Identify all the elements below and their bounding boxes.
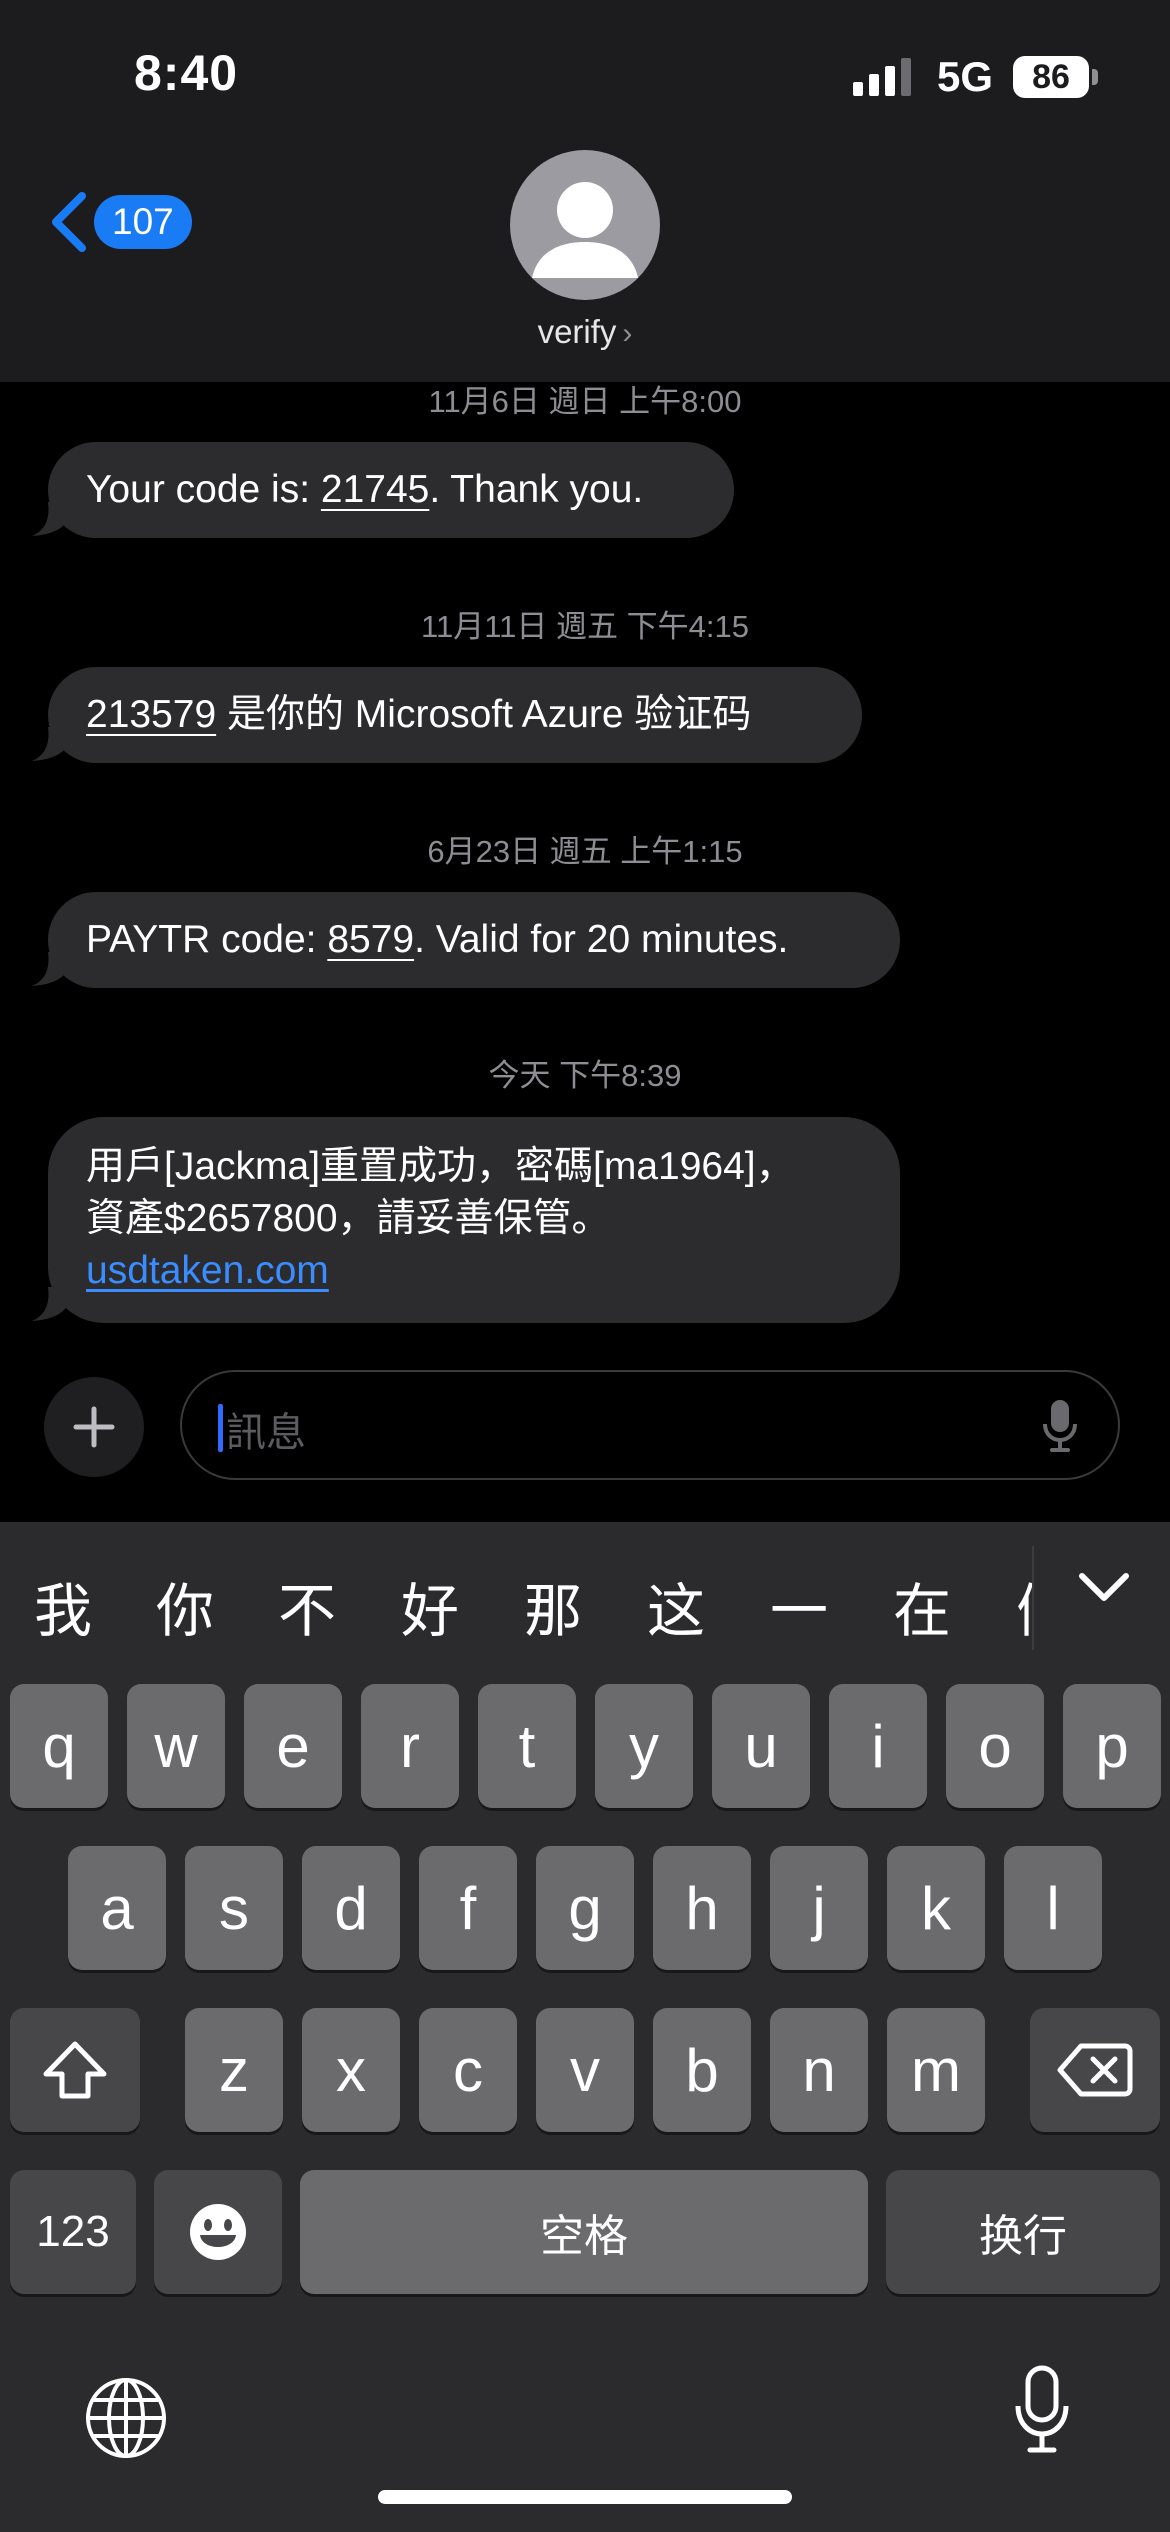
key-b[interactable]: b [653, 2008, 751, 2132]
battery-level: 86 [1013, 56, 1089, 98]
shift-key[interactable] [10, 2008, 140, 2132]
back-button[interactable]: 107 [46, 190, 192, 254]
key-w[interactable]: w [127, 1684, 225, 1808]
bubble-tail [32, 1287, 72, 1321]
message-date: 6月23日 週五 上午1:15 [427, 834, 743, 869]
plus-icon [73, 1406, 115, 1448]
status-time: 8:40 [134, 45, 239, 101]
chevron-down-icon[interactable] [1072, 1562, 1136, 1612]
key-l[interactable]: l [1004, 1846, 1102, 1970]
contact-name: verify [537, 313, 617, 350]
unread-count-badge: 107 [94, 195, 192, 249]
numbers-key[interactable]: 123 [10, 2170, 136, 2294]
key-g[interactable]: g [536, 1846, 634, 1970]
candidate-bar: 我 你 不 好 那 这 一 在 们 [0, 1522, 1170, 1672]
key-f[interactable]: f [419, 1846, 517, 1970]
candidate-word[interactable]: 在 [893, 1564, 951, 1648]
dictation-mic-icon[interactable] [1042, 1398, 1078, 1454]
shift-icon [43, 2041, 107, 2099]
backspace-key[interactable] [1030, 2008, 1160, 2132]
candidate-word[interactable]: 一 [770, 1564, 828, 1648]
message-bubble[interactable]: PAYTR code: 8579. Valid for 20 minutes. [32, 892, 900, 988]
message-date: 11月6日 週日 上午8:00 [428, 384, 742, 419]
message-date: 今天 下午8:39 [488, 1058, 682, 1093]
key-s[interactable]: s [185, 1846, 283, 1970]
backspace-icon [1057, 2043, 1133, 2097]
key-h[interactable]: h [653, 1846, 751, 1970]
emoji-icon [190, 2204, 246, 2260]
return-key[interactable]: 换行 [886, 2170, 1160, 2294]
conversation-header: 8:40 5G 86 107 verify › [0, 0, 1170, 382]
contact-name-button[interactable]: verify › [0, 313, 1170, 351]
candidate-divider [1032, 1546, 1034, 1650]
emoji-key[interactable] [154, 2170, 282, 2294]
add-attachment-button[interactable] [44, 1377, 144, 1477]
home-indicator[interactable] [378, 2490, 792, 2504]
candidate-word[interactable]: 我 [34, 1564, 92, 1648]
message-date: 11月11日 週五 下午4:15 [421, 609, 749, 644]
chevron-right-icon: › [622, 317, 633, 350]
candidate-word[interactable]: 那 [524, 1564, 582, 1648]
person-icon [532, 182, 638, 278]
message-bubble[interactable]: 213579 是你的 Microsoft Azure 验证码 [32, 667, 862, 763]
key-d[interactable]: d [302, 1846, 400, 1970]
key-r[interactable]: r [361, 1684, 459, 1808]
verification-code[interactable]: 8579 [327, 918, 414, 961]
key-y[interactable]: y [595, 1684, 693, 1808]
key-k[interactable]: k [887, 1846, 985, 1970]
verification-code[interactable]: 213579 [86, 693, 216, 736]
key-q[interactable]: q [10, 1684, 108, 1808]
key-c[interactable]: c [419, 2008, 517, 2132]
cellular-signal-icon [852, 58, 911, 96]
key-e[interactable]: e [244, 1684, 342, 1808]
message-placeholder: 訊息 [226, 1411, 306, 1455]
key-j[interactable]: j [770, 1846, 868, 1970]
key-n[interactable]: n [770, 2008, 868, 2132]
key-o[interactable]: o [946, 1684, 1044, 1808]
globe-icon[interactable] [84, 2376, 168, 2460]
message-bubble[interactable]: Your code is: 21745. Thank you. [32, 442, 734, 538]
key-t[interactable]: t [478, 1684, 576, 1808]
status-indicators: 5G 86 [852, 52, 1098, 102]
key-z[interactable]: z [185, 2008, 283, 2132]
candidate-word[interactable]: 你 [156, 1564, 214, 1648]
message-text: 資產$2657800，請妥善保管。 [86, 1197, 611, 1240]
network-type: 5G [936, 53, 993, 100]
keyboard: 我 你 不 好 那 这 一 在 们 q w e r t y u i o p a … [0, 1522, 1170, 2532]
candidate-word[interactable]: 好 [401, 1564, 459, 1648]
key-u[interactable]: u [712, 1684, 810, 1808]
dictation-mic-icon[interactable] [1012, 2364, 1072, 2456]
key-m[interactable]: m [887, 2008, 985, 2132]
candidate-word[interactable]: 这 [647, 1564, 705, 1648]
bubble-tail [32, 502, 72, 536]
key-p[interactable]: p [1063, 1684, 1161, 1808]
verification-code[interactable]: 21745 [321, 468, 429, 511]
key-v[interactable]: v [536, 2008, 634, 2132]
message-link[interactable]: usdtaken.com [86, 1249, 329, 1292]
bubble-tail [32, 727, 72, 761]
key-a[interactable]: a [68, 1846, 166, 1970]
message-text: 用戶[Jackma]重置成功，密碼[ma1964]， [86, 1145, 795, 1188]
message-input[interactable]: 訊息 [180, 1370, 1120, 1480]
contact-avatar[interactable] [510, 150, 660, 300]
candidate-word[interactable]: 不 [278, 1564, 336, 1648]
space-key[interactable]: 空格 [300, 2170, 868, 2294]
message-bubble[interactable]: 用戶[Jackma]重置成功，密碼[ma1964]， 資產$2657800，請妥… [32, 1117, 900, 1323]
key-i[interactable]: i [829, 1684, 927, 1808]
text-cursor [218, 1404, 223, 1452]
bubble-tail [32, 952, 72, 986]
battery-icon [1092, 69, 1098, 85]
chevron-left-icon [52, 192, 86, 252]
key-x[interactable]: x [302, 2008, 400, 2132]
